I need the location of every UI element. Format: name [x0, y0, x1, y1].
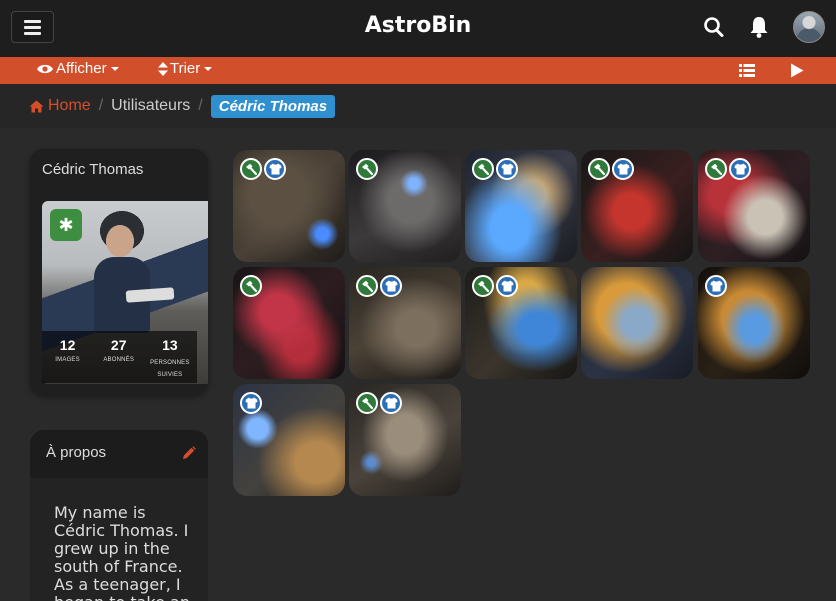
gallery-image[interactable] — [233, 267, 345, 379]
hammer-icon — [472, 158, 494, 180]
display-menu[interactable]: Afficher — [36, 60, 119, 77]
hammer-icon — [356, 275, 378, 297]
tshirt-icon — [380, 392, 402, 414]
image-badges — [240, 275, 262, 297]
pencil-icon[interactable] — [182, 446, 196, 460]
top-navbar: AstroBin — [0, 0, 836, 57]
image-badges — [472, 275, 518, 297]
tshirt-icon — [496, 158, 518, 180]
premium-badge-icon: ✱ — [50, 209, 82, 241]
breadcrumb-separator: / — [198, 97, 203, 114]
caret-down-icon — [204, 66, 213, 71]
sort-menu[interactable]: Trier — [158, 60, 213, 77]
image-badges — [705, 158, 751, 180]
image-badges — [240, 392, 262, 414]
stat-images[interactable]: 12 IMAGES — [42, 337, 93, 383]
tshirt-icon — [240, 392, 262, 414]
hamburger-icon-bar — [24, 25, 41, 29]
stat-label: ABONNÉS — [103, 357, 135, 363]
image-badges — [588, 158, 634, 180]
image-badges — [356, 392, 402, 414]
user-avatar[interactable] — [793, 11, 825, 43]
breadcrumb: Home / Utilisateurs / Cédric Thomas — [0, 84, 836, 128]
hammer-icon — [240, 158, 262, 180]
tshirt-icon — [264, 158, 286, 180]
stat-label: PERSONNES SUIVIES — [150, 360, 190, 378]
brand-link[interactable]: AstroBin — [365, 13, 472, 38]
breadcrumb-users[interactable]: Utilisateurs — [111, 97, 190, 115]
display-label: Afficher — [56, 60, 107, 77]
profile-name: Cédric Thomas — [42, 161, 144, 178]
image-badges — [356, 275, 402, 297]
gallery-image[interactable] — [581, 150, 693, 262]
breadcrumb-home[interactable]: Home — [29, 97, 91, 115]
gallery-image[interactable] — [349, 150, 461, 262]
tshirt-icon — [380, 275, 402, 297]
gallery-image[interactable] — [698, 150, 810, 262]
stat-value: 13 — [162, 337, 178, 353]
home-icon — [29, 100, 44, 112]
image-badges — [240, 158, 286, 180]
subnav-bar: Afficher Trier — [0, 57, 836, 84]
hammer-icon — [240, 275, 262, 297]
list-icon[interactable] — [739, 64, 755, 77]
image-badges — [472, 158, 518, 180]
tshirt-icon — [729, 158, 751, 180]
about-header: À propos — [30, 430, 208, 478]
gallery-image[interactable] — [465, 267, 577, 379]
image-badges — [705, 275, 727, 297]
gallery-image[interactable] — [581, 267, 693, 379]
profile-stats: 12 IMAGES 27 ABONNÉS 13 PERSONNES SUIVIE… — [42, 331, 197, 383]
hammer-icon — [472, 275, 494, 297]
gallery-image[interactable] — [698, 267, 810, 379]
profile-photo[interactable]: ✱ 12 IMAGES 27 ABONNÉS 13 PERSONNES SUIV… — [42, 201, 208, 384]
profile-card: Cédric Thomas ✱ 12 IMAGES 27 ABONNÉS 13 … — [30, 149, 208, 395]
hammer-icon — [356, 158, 378, 180]
tshirt-icon — [705, 275, 727, 297]
breadcrumb-separator: / — [98, 97, 104, 114]
stat-value: 12 — [59, 337, 76, 353]
tshirt-icon — [496, 275, 518, 297]
hammer-icon — [356, 392, 378, 414]
hammer-icon — [705, 158, 727, 180]
stat-label: IMAGES — [55, 357, 80, 363]
breadcrumb-home-label: Home — [48, 97, 91, 114]
hamburger-icon — [24, 19, 41, 23]
image-badges — [356, 158, 378, 180]
about-title: À propos — [46, 444, 107, 461]
hammer-icon — [588, 158, 610, 180]
eye-icon — [37, 64, 53, 73]
about-text: My name is Cédric Thomas. I grew up in t… — [54, 503, 190, 601]
about-card: À propos My name is Cédric Thomas. I gre… — [30, 430, 208, 601]
gallery-image[interactable] — [465, 150, 577, 262]
search-icon[interactable] — [703, 15, 725, 39]
breadcrumb-current: Cédric Thomas — [210, 94, 336, 118]
hamburger-icon-bar — [24, 31, 41, 35]
tshirt-icon — [612, 158, 634, 180]
gallery-image[interactable] — [349, 267, 461, 379]
gallery-image[interactable] — [233, 150, 345, 262]
stat-value: 27 — [110, 337, 127, 353]
gallery-image[interactable] — [233, 384, 345, 496]
caret-down-icon — [110, 66, 119, 71]
stat-followers[interactable]: 27 ABONNÉS — [93, 337, 144, 383]
play-icon[interactable] — [790, 63, 804, 78]
stat-following[interactable]: 13 PERSONNES SUIVIES — [144, 337, 195, 383]
gallery-image[interactable] — [349, 384, 461, 496]
sort-icon — [158, 61, 168, 76]
photo-lens — [125, 287, 175, 303]
hamburger-menu-button[interactable] — [11, 11, 54, 43]
sort-label: Trier — [170, 60, 201, 77]
bell-icon[interactable] — [748, 15, 770, 39]
